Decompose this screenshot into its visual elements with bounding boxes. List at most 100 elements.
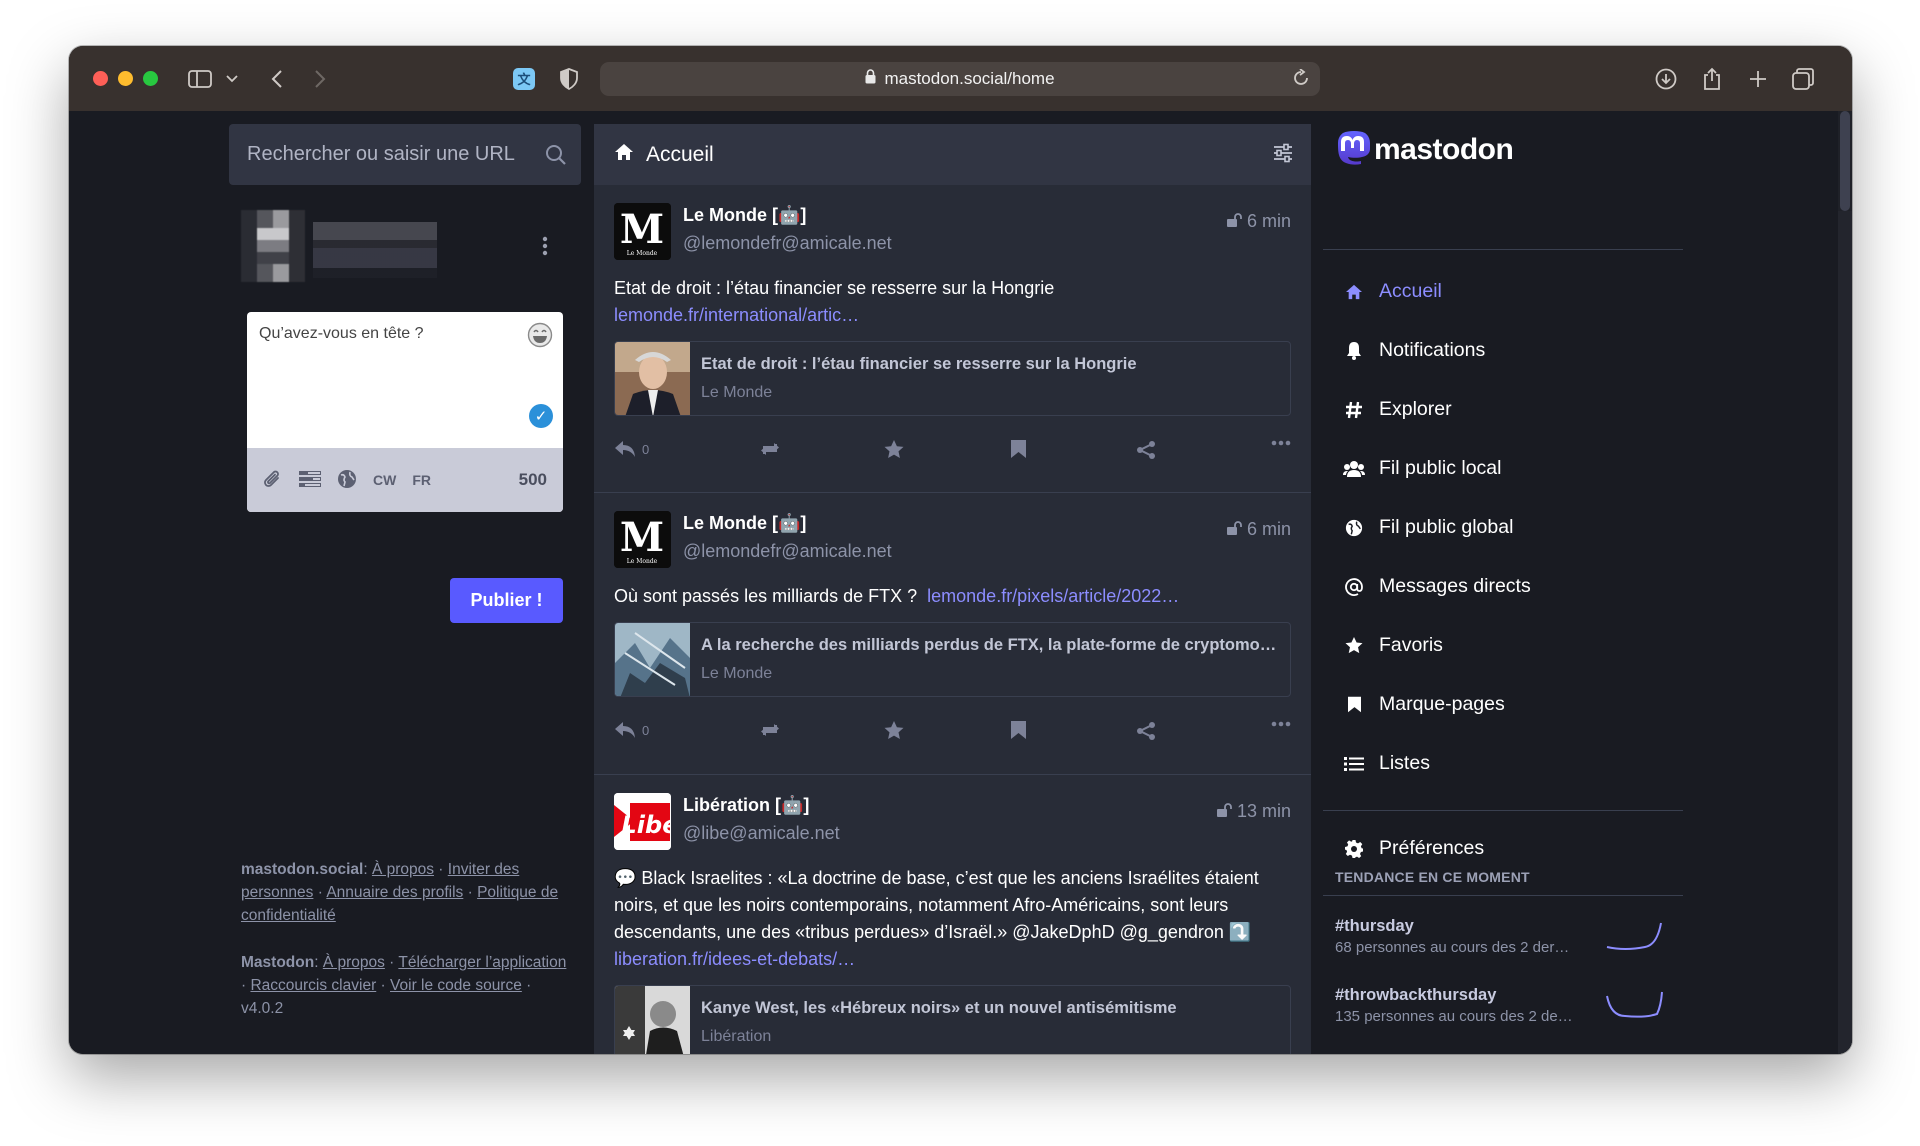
nav-item-fil-public-global[interactable]: Fil public global bbox=[1343, 516, 1513, 539]
forward-icon[interactable] bbox=[307, 66, 333, 92]
nav-item-label: Préférences bbox=[1379, 837, 1485, 859]
post-link[interactable]: lemonde.fr/pixels/article/2022… bbox=[927, 586, 1179, 606]
more-options-icon[interactable] bbox=[1271, 721, 1291, 727]
download-icon[interactable] bbox=[1653, 66, 1679, 92]
post-time-text: 13 min bbox=[1236, 801, 1291, 821]
post-time[interactable]: 6 min bbox=[1226, 211, 1291, 232]
account-card[interactable] bbox=[241, 210, 441, 282]
tab-overview-icon[interactable] bbox=[1790, 66, 1816, 92]
nav-item-messages-directs[interactable]: Messages directs bbox=[1343, 575, 1531, 598]
card-thumbnail bbox=[615, 986, 690, 1054]
page-scrollbar[interactable] bbox=[1838, 111, 1852, 1054]
display-name[interactable]: Libération [🤖] bbox=[683, 795, 809, 816]
avatar[interactable]: Libé bbox=[614, 793, 671, 850]
card-source: Le Monde bbox=[701, 384, 773, 401]
svg-text:文: 文 bbox=[517, 72, 531, 88]
translate-extension-icon[interactable]: 文 bbox=[511, 66, 537, 92]
timeline-title[interactable]: Accueil bbox=[646, 143, 714, 167]
trending-hashtag[interactable]: #thursday 68 personnes au cours des 2 de… bbox=[1335, 917, 1675, 956]
poll-icon[interactable] bbox=[299, 470, 321, 491]
compose-textarea[interactable]: Qu’avez-vous en tête ? bbox=[247, 312, 563, 448]
nav-item-label: Listes bbox=[1379, 752, 1430, 774]
column-settings-icon[interactable] bbox=[1273, 143, 1293, 169]
account-menu-icon[interactable] bbox=[542, 236, 548, 262]
post-link[interactable]: liberation.fr/idees-et-debats/… bbox=[614, 949, 855, 969]
source-code-link[interactable]: Voir le code source bbox=[390, 977, 522, 994]
account-handle[interactable]: @lemondefr@amicale.net bbox=[683, 541, 892, 562]
bookmark-icon[interactable] bbox=[1011, 440, 1026, 458]
more-options-icon[interactable] bbox=[1271, 440, 1291, 446]
nav-item-accueil[interactable]: Accueil bbox=[1343, 280, 1442, 303]
reload-icon[interactable] bbox=[1292, 68, 1310, 92]
sidebar-toggle-icon[interactable] bbox=[187, 66, 213, 92]
share-icon[interactable] bbox=[1136, 440, 1156, 460]
post-content: Etat de droit : l’étau financier se ress… bbox=[614, 275, 1291, 329]
nav-item-favoris[interactable]: Favoris bbox=[1343, 634, 1443, 657]
scrollbar-thumb[interactable] bbox=[1840, 111, 1850, 211]
bookmark-icon bbox=[1343, 696, 1365, 713]
nav-item-fil-public-local[interactable]: Fil public local bbox=[1343, 457, 1501, 480]
bookmark-icon[interactable] bbox=[1011, 721, 1026, 739]
boost-icon[interactable] bbox=[758, 440, 782, 458]
status-post[interactable]: M Le Monde Le Monde [🤖] @lemondefr@amical… bbox=[594, 493, 1311, 775]
display-name[interactable]: Le Monde [🤖] bbox=[683, 513, 806, 534]
zoom-window-button[interactable] bbox=[143, 71, 158, 86]
trending-hashtag[interactable]: #throwbackthursday 135 personnes au cour… bbox=[1335, 986, 1675, 1025]
globe-icon bbox=[1343, 519, 1365, 537]
favourite-star-icon[interactable] bbox=[884, 440, 904, 459]
share-icon[interactable] bbox=[1136, 721, 1156, 741]
character-counter: 500 bbox=[518, 470, 547, 489]
display-name[interactable]: Le Monde [🤖] bbox=[683, 205, 806, 226]
nav-item-explorer[interactable]: Explorer bbox=[1343, 398, 1452, 421]
content-warning-button[interactable]: CW bbox=[373, 472, 396, 488]
nav-item-label: Fil public global bbox=[1379, 516, 1514, 538]
browser-toolbar: 文 mastodon.social/home bbox=[69, 46, 1852, 111]
post-link[interactable]: lemonde.fr/international/artic… bbox=[614, 305, 859, 325]
lock-icon bbox=[865, 69, 876, 89]
search-icon[interactable] bbox=[545, 144, 567, 172]
minimize-window-button[interactable] bbox=[118, 71, 133, 86]
avatar[interactable]: M Le Monde bbox=[614, 511, 671, 568]
post-time[interactable]: 6 min bbox=[1226, 519, 1291, 540]
about-link[interactable]: À propos bbox=[372, 861, 434, 878]
link-preview-card[interactable]: Etat de droit : l’étau financier se ress… bbox=[614, 341, 1291, 416]
account-handle[interactable]: @lemondefr@amicale.net bbox=[683, 233, 892, 254]
card-source: Libération bbox=[701, 1028, 772, 1045]
language-button[interactable]: FR bbox=[412, 472, 431, 488]
avatar[interactable]: M Le Monde bbox=[614, 203, 671, 260]
post-time[interactable]: 13 min bbox=[1216, 801, 1291, 822]
share-icon[interactable] bbox=[1699, 66, 1725, 92]
attach-icon[interactable] bbox=[263, 468, 283, 493]
keyboard-shortcuts-link[interactable]: Raccourcis clavier bbox=[250, 977, 376, 994]
status-post[interactable]: M Le Monde Le Monde [🤖] @lemondefr@amical… bbox=[594, 185, 1311, 493]
link-preview-card[interactable]: Kanye West, les «Hébreux noirs» et un no… bbox=[614, 985, 1291, 1054]
chevron-down-icon[interactable] bbox=[219, 66, 245, 92]
avatar[interactable] bbox=[241, 210, 305, 282]
link-preview-card[interactable]: A la recherche des milliards perdus de F… bbox=[614, 622, 1291, 697]
reply-button[interactable]: 0 bbox=[614, 721, 649, 739]
favourite-star-icon[interactable] bbox=[884, 721, 904, 740]
search-input[interactable]: Rechercher ou saisir une URL bbox=[229, 124, 581, 185]
account-handle[interactable]: @libe@amicale.net bbox=[683, 823, 840, 844]
nav-item-listes[interactable]: Listes bbox=[1343, 752, 1430, 775]
status-post[interactable]: Libé Libération [🤖] @libe@amicale.net 13… bbox=[594, 775, 1311, 1054]
nav-item-notifications[interactable]: Notifications bbox=[1343, 339, 1485, 362]
download-app-link[interactable]: Télécharger l’application bbox=[398, 954, 566, 971]
nav-item-preferences[interactable]: Préférences bbox=[1343, 837, 1484, 860]
about-mastodon-link[interactable]: À propos bbox=[323, 954, 385, 971]
emoji-picker-icon[interactable] bbox=[527, 322, 553, 354]
back-icon[interactable] bbox=[264, 66, 290, 92]
publish-button[interactable]: Publier ! bbox=[450, 578, 563, 623]
directory-link[interactable]: Annuaire des profils bbox=[326, 884, 463, 901]
shield-icon[interactable] bbox=[556, 66, 582, 92]
address-bar[interactable]: mastodon.social/home bbox=[600, 62, 1320, 96]
mastodon-logo[interactable]: mastodon bbox=[1336, 131, 1514, 169]
boost-icon[interactable] bbox=[758, 721, 782, 739]
close-window-button[interactable] bbox=[93, 71, 108, 86]
new-tab-icon[interactable] bbox=[1745, 66, 1771, 92]
svg-text:M: M bbox=[620, 206, 664, 253]
browser-window: 文 mastodon.social/home Rechercher ou sai… bbox=[69, 46, 1852, 1054]
globe-icon[interactable] bbox=[337, 469, 357, 492]
nav-item-marque-pages[interactable]: Marque-pages bbox=[1343, 693, 1505, 716]
reply-button[interactable]: 0 bbox=[614, 440, 649, 458]
